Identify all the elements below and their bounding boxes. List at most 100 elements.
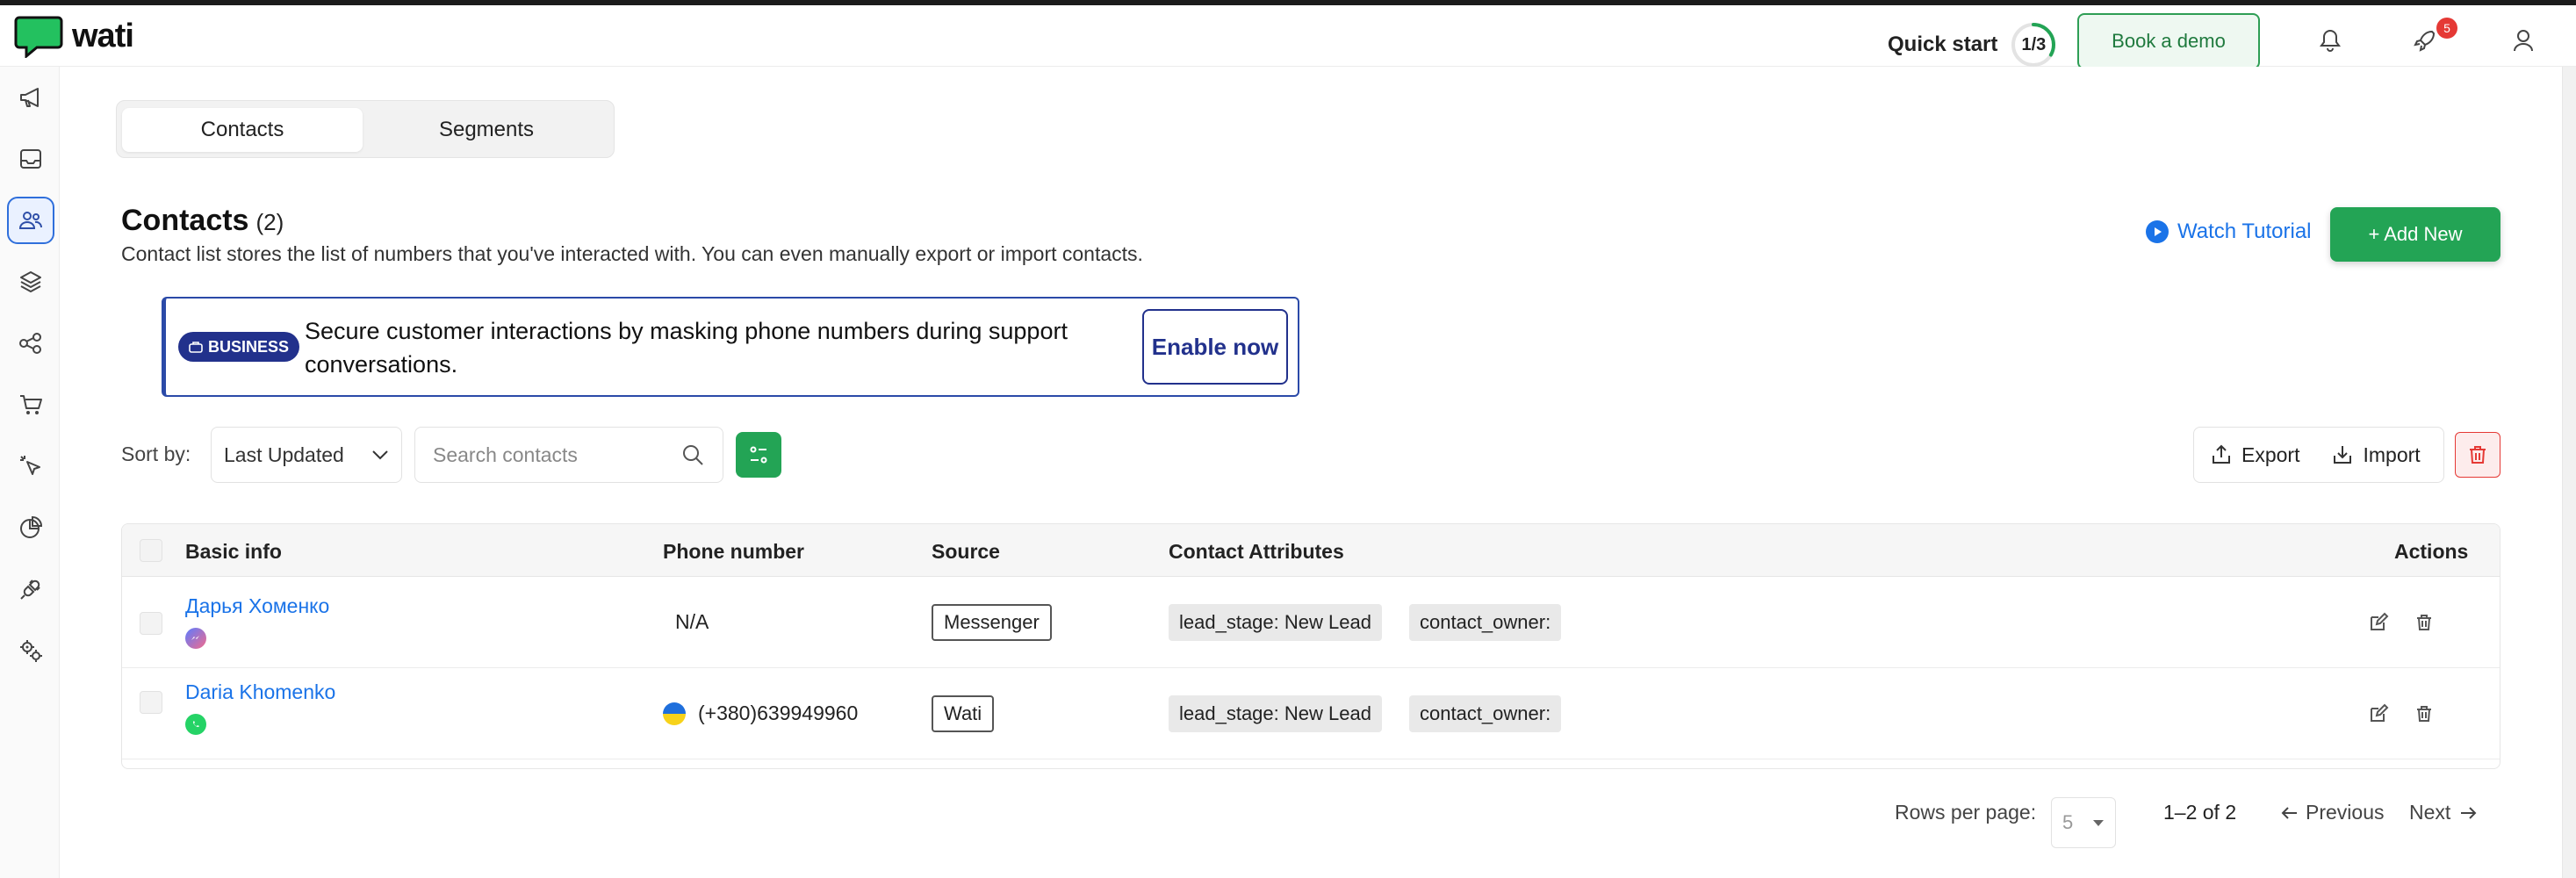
export-button[interactable]: Export	[2194, 428, 2315, 482]
plug-icon	[20, 579, 40, 600]
sidebar-item-analytics[interactable]	[7, 504, 54, 551]
briefcase-icon	[189, 342, 203, 353]
pie-chart-icon	[20, 515, 43, 538]
wati-logo[interactable]: wati	[14, 14, 134, 58]
trash-icon[interactable]	[2412, 610, 2436, 635]
quick-start-progress-ring: 1/3	[2010, 21, 2057, 68]
phone-cell: N/A	[675, 610, 709, 634]
sidebar-item-broadcast[interactable]	[7, 74, 54, 121]
sidebar-item-integrations[interactable]	[7, 565, 54, 613]
export-import-group: Export Import	[2193, 427, 2444, 483]
row-checkbox[interactable]	[140, 691, 162, 714]
quick-start-label: Quick start	[1888, 32, 1998, 56]
banner-message: Secure customer interactions by masking …	[305, 318, 1068, 378]
layers-icon	[20, 271, 41, 292]
export-label: Export	[2241, 443, 2300, 466]
sort-value: Last Updated	[224, 443, 344, 466]
caret-down-icon	[2093, 820, 2104, 826]
top-bar: wati Quick start 1/3 Book a demo 5	[0, 5, 2576, 69]
cart-icon	[20, 395, 42, 414]
upload-icon	[2213, 444, 2230, 464]
sidebar	[0, 67, 60, 878]
select-all-checkbox[interactable]	[140, 539, 162, 562]
share-nodes-icon	[19, 333, 41, 354]
tab-contacts[interactable]: Contacts	[122, 108, 363, 152]
next-page-button[interactable]: Next	[2409, 801, 2477, 824]
filter-button[interactable]	[736, 432, 781, 478]
page-scrollbar[interactable]	[2562, 67, 2576, 878]
ukraine-flag-icon	[663, 702, 686, 725]
table-row: Daria Khomenko (+380)639949960 Wati lead…	[122, 668, 2500, 759]
phone-cell: (+380)639949960	[663, 702, 858, 725]
edit-icon[interactable]	[2366, 702, 2391, 726]
row-checkbox[interactable]	[140, 612, 162, 635]
enable-now-button[interactable]: Enable now	[1142, 309, 1288, 385]
inbox-icon	[20, 149, 41, 169]
download-icon	[2334, 446, 2352, 464]
rows-per-page-select[interactable]: 5	[2051, 797, 2116, 848]
chevron-down-icon	[372, 450, 388, 460]
watch-tutorial-link[interactable]: Watch Tutorial	[2146, 220, 2312, 244]
business-badge-label: BUSINESS	[208, 337, 290, 356]
notifications-badge: 5	[2436, 18, 2457, 39]
play-icon	[2146, 220, 2169, 243]
page-heading: Contacts (2)	[121, 204, 284, 238]
sidebar-item-commerce[interactable]	[7, 381, 54, 428]
contact-name-link[interactable]: Daria Khomenko	[185, 680, 335, 704]
contacts-table: Basic info Phone number Source Contact A…	[121, 523, 2500, 769]
column-source: Source	[932, 540, 1000, 563]
gears-icon	[20, 640, 42, 662]
previous-page-button[interactable]: Previous	[2281, 801, 2384, 824]
sidebar-item-contacts[interactable]	[7, 197, 54, 244]
arrow-left-icon	[2281, 806, 2297, 819]
phone-number: (+380)639949960	[698, 702, 859, 724]
contacts-count: (2)	[255, 209, 284, 235]
business-badge: BUSINESS	[178, 332, 300, 362]
source-tag: Wati	[932, 695, 995, 732]
quick-start[interactable]: Quick start 1/3	[1888, 21, 2057, 68]
add-new-button[interactable]: + Add New	[2330, 207, 2500, 262]
attribute-tag-contact-owner: contact_owner:	[1409, 695, 1562, 732]
sidebar-item-inbox[interactable]	[7, 135, 54, 183]
quick-start-progress-text: 1/3	[2021, 35, 2047, 54]
users-icon	[18, 212, 43, 229]
sort-label: Sort by:	[121, 443, 191, 465]
trash-icon[interactable]	[2412, 702, 2436, 726]
table-header: Basic info Phone number Source Contact A…	[122, 524, 2500, 577]
edit-icon[interactable]	[2366, 610, 2391, 635]
attribute-tag-contact-owner: contact_owner:	[1409, 604, 1562, 641]
brand-name: wati	[72, 17, 134, 54]
chat-bubble-logo-icon	[14, 16, 63, 58]
book-demo-button[interactable]: Book a demo	[2077, 13, 2260, 69]
column-phone-number: Phone number	[663, 540, 805, 563]
sidebar-item-ads[interactable]	[7, 443, 54, 490]
column-actions: Actions	[2394, 540, 2469, 563]
search-input[interactable]	[433, 443, 661, 467]
attribute-tag-lead-stage: lead_stage: New Lead	[1169, 695, 1382, 732]
sidebar-item-settings[interactable]	[7, 627, 54, 674]
rows-per-page-label: Rows per page:	[1895, 801, 2037, 824]
column-contact-attributes: Contact Attributes	[1169, 540, 1344, 563]
click-icon	[20, 456, 40, 475]
contact-name-link[interactable]: Дарья Хоменко	[185, 594, 329, 618]
search-icon[interactable]	[680, 443, 705, 467]
next-label: Next	[2409, 801, 2451, 824]
arrow-right-icon	[2461, 806, 2477, 819]
sidebar-item-automations[interactable]	[7, 258, 54, 306]
previous-label: Previous	[2306, 801, 2385, 824]
page-title: Contacts	[121, 204, 249, 237]
user-profile-icon[interactable]	[2508, 25, 2539, 56]
business-upsell-banner: BUSINESS Secure customer interactions by…	[162, 297, 1299, 397]
source-tag: Messenger	[932, 604, 1052, 641]
sort-dropdown[interactable]: Last Updated	[211, 427, 402, 483]
import-button[interactable]: Import	[2315, 428, 2436, 482]
search-box	[414, 427, 723, 483]
sidebar-item-flows[interactable]	[7, 320, 54, 367]
whatsapp-icon	[185, 714, 206, 735]
delete-button[interactable]	[2455, 432, 2500, 478]
bell-icon[interactable]	[2314, 25, 2346, 56]
watch-tutorial-label: Watch Tutorial	[2177, 220, 2312, 243]
tab-segments[interactable]: Segments	[366, 108, 607, 152]
megaphone-icon	[20, 88, 39, 107]
messenger-icon	[185, 628, 206, 649]
